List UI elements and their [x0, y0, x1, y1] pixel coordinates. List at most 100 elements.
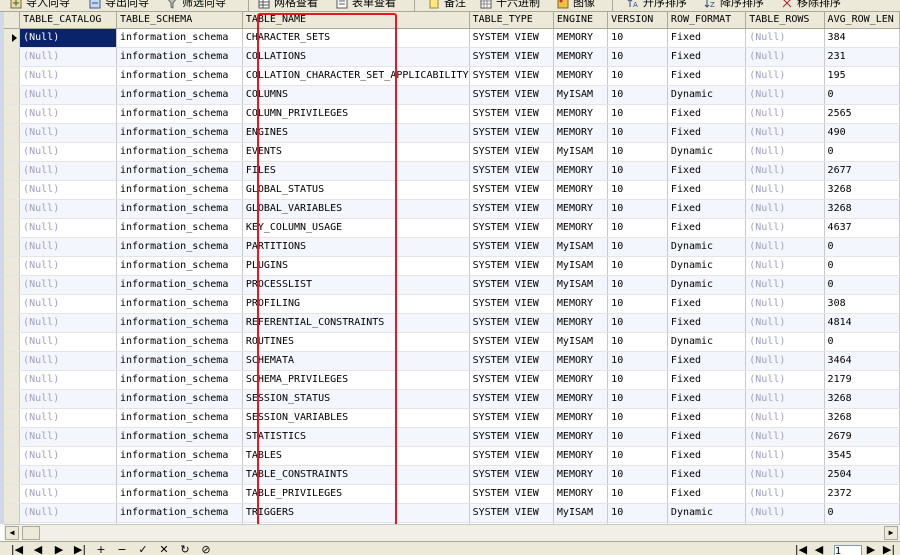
cell-avg-row-length[interactable]: 0	[824, 275, 900, 295]
row-indicator[interactable]	[4, 465, 21, 485]
row-indicator[interactable]	[4, 294, 21, 314]
cell-catalog[interactable]: (Null)	[19, 332, 117, 352]
cell-engine[interactable]: MEMORY	[553, 218, 609, 238]
cell-table-rows[interactable]: (Null)	[745, 142, 825, 162]
next-page-button[interactable]: ▶	[864, 543, 878, 555]
cell-engine[interactable]: MyISAM	[553, 85, 609, 105]
table-row[interactable]: (Null) information_schema FILES SYSTEM VIEW…	[4, 161, 900, 181]
cell-row-format[interactable]: Fixed	[667, 104, 747, 124]
cell-table-rows[interactable]: (Null)	[745, 313, 825, 333]
cell-row-format[interactable]: Dynamic	[667, 503, 747, 523]
cell-avg-row-length[interactable]: 4637	[824, 218, 900, 238]
cell-type[interactable]: SYSTEM VIEW	[469, 28, 554, 48]
cell-catalog[interactable]: (Null)	[19, 47, 117, 67]
cell-engine[interactable]: MEMORY	[553, 446, 609, 466]
cell-schema[interactable]: information_schema	[116, 142, 243, 162]
cell-name[interactable]: SCHEMA_PRIVILEGES	[242, 370, 470, 390]
cell-version[interactable]: 10	[607, 332, 668, 352]
row-indicator[interactable]	[4, 180, 21, 200]
table-row[interactable]: (Null) information_schema SCHEMATA SYSTEM V…	[4, 351, 900, 371]
cell-schema[interactable]: information_schema	[116, 28, 243, 48]
cell-engine[interactable]: MEMORY	[553, 123, 609, 143]
table-row[interactable]: (Null) information_schema SESSION_STATUS SY…	[4, 389, 900, 409]
row-indicator[interactable]	[4, 503, 21, 523]
cell-row-format[interactable]: Dynamic	[667, 142, 747, 162]
cell-catalog[interactable]: (Null)	[19, 66, 117, 86]
prev-page-button[interactable]: ◀	[812, 543, 826, 555]
cell-table-rows[interactable]: (Null)	[745, 446, 825, 466]
table-row[interactable]: (Null) information_schema EVENTS SYSTEM VIE…	[4, 142, 900, 162]
cell-type[interactable]: SYSTEM VIEW	[469, 199, 554, 219]
cell-row-format[interactable]: Dynamic	[667, 256, 747, 276]
cell-schema[interactable]: information_schema	[116, 351, 243, 371]
first-page-button[interactable]: |◀	[794, 543, 808, 555]
column-header[interactable]: TABLE_TYPE	[469, 12, 554, 29]
cell-schema[interactable]: information_schema	[116, 503, 243, 523]
cell-version[interactable]: 10	[607, 199, 668, 219]
cell-catalog[interactable]: (Null)	[19, 427, 117, 447]
cell-schema[interactable]: information_schema	[116, 389, 243, 409]
cell-schema[interactable]: information_schema	[116, 85, 243, 105]
table-row[interactable]: (Null) information_schema PROCESSLIST SYSTE…	[4, 275, 900, 295]
cell-name[interactable]: PARTITIONS	[242, 237, 470, 257]
cell-catalog[interactable]: (Null)	[19, 446, 117, 466]
last-record-button[interactable]: ▶|	[73, 543, 87, 555]
cell-engine[interactable]: MEMORY	[553, 66, 609, 86]
cell-row-format[interactable]: Fixed	[667, 28, 747, 48]
cell-engine[interactable]: MEMORY	[553, 199, 609, 219]
cell-schema[interactable]: information_schema	[116, 408, 243, 428]
cell-type[interactable]: SYSTEM VIEW	[469, 123, 554, 143]
cell-name[interactable]: PROFILING	[242, 294, 470, 314]
cell-engine[interactable]: MEMORY	[553, 28, 609, 48]
cell-table-rows[interactable]: (Null)	[745, 47, 825, 67]
cell-row-format[interactable]: Fixed	[667, 351, 747, 371]
cell-engine[interactable]: MEMORY	[553, 104, 609, 124]
cell-schema[interactable]: information_schema	[116, 446, 243, 466]
cell-table-rows[interactable]: (Null)	[745, 161, 825, 181]
cell-row-format[interactable]: Fixed	[667, 294, 747, 314]
cell-type[interactable]: SYSTEM VIEW	[469, 66, 554, 86]
column-header[interactable]: VERSION	[607, 12, 668, 29]
cell-row-format[interactable]: Fixed	[667, 313, 747, 333]
cell-name[interactable]: GLOBAL_STATUS	[242, 180, 470, 200]
cell-row-format[interactable]: Fixed	[667, 199, 747, 219]
table-row[interactable]: (Null) information_schema PLUGINS SYSTEM VI…	[4, 256, 900, 276]
cell-catalog[interactable]: (Null)	[19, 237, 117, 257]
cell-row-format[interactable]: Fixed	[667, 161, 747, 181]
cell-avg-row-length[interactable]: 2677	[824, 161, 900, 181]
cell-table-rows[interactable]: (Null)	[745, 66, 825, 86]
cell-version[interactable]: 10	[607, 85, 668, 105]
cell-catalog[interactable]: (Null)	[19, 484, 117, 504]
row-indicator[interactable]	[4, 218, 21, 238]
table-row[interactable]: (Null) information_schema STATISTICS SYSTEM…	[4, 427, 900, 447]
cell-name[interactable]: FILES	[242, 161, 470, 181]
cell-type[interactable]: SYSTEM VIEW	[469, 351, 554, 371]
cell-avg-row-length[interactable]: 2565	[824, 104, 900, 124]
cell-engine[interactable]: MEMORY	[553, 47, 609, 67]
row-indicator[interactable]	[4, 484, 21, 504]
row-indicator[interactable]	[4, 351, 21, 371]
table-row[interactable]: (Null) information_schema REFERENTIAL_CONS…	[4, 313, 900, 333]
cell-table-rows[interactable]: (Null)	[745, 408, 825, 428]
row-indicator[interactable]	[4, 332, 21, 352]
cell-name[interactable]: PROCESSLIST	[242, 275, 470, 295]
cell-version[interactable]: 10	[607, 104, 668, 124]
cell-type[interactable]: SYSTEM VIEW	[469, 370, 554, 390]
column-header[interactable]: AVG_ROW_LEN	[824, 12, 900, 29]
cell-name[interactable]: TABLE_CONSTRAINTS	[242, 465, 470, 485]
table-row[interactable]: (Null) information_schema TABLE_CONSTRAINT…	[4, 465, 900, 485]
cell-table-rows[interactable]: (Null)	[745, 28, 825, 48]
cell-version[interactable]: 10	[607, 47, 668, 67]
cell-schema[interactable]: information_schema	[116, 427, 243, 447]
cell-schema[interactable]: information_schema	[116, 123, 243, 143]
cell-name[interactable]: COLLATION_CHARACTER_SET_APPLICABILITY	[242, 66, 470, 86]
last-page-button[interactable]: ▶|	[882, 543, 896, 555]
row-indicator[interactable]	[4, 123, 21, 143]
form-view-button[interactable]: 表单查看	[336, 0, 396, 11]
cell-version[interactable]: 10	[607, 237, 668, 257]
cell-version[interactable]: 10	[607, 427, 668, 447]
cell-name[interactable]: GLOBAL_VARIABLES	[242, 199, 470, 219]
row-indicator[interactable]	[4, 370, 21, 390]
horizontal-scrollbar[interactable]: ◀ ▶	[4, 524, 900, 541]
cell-catalog[interactable]: (Null)	[19, 294, 117, 314]
